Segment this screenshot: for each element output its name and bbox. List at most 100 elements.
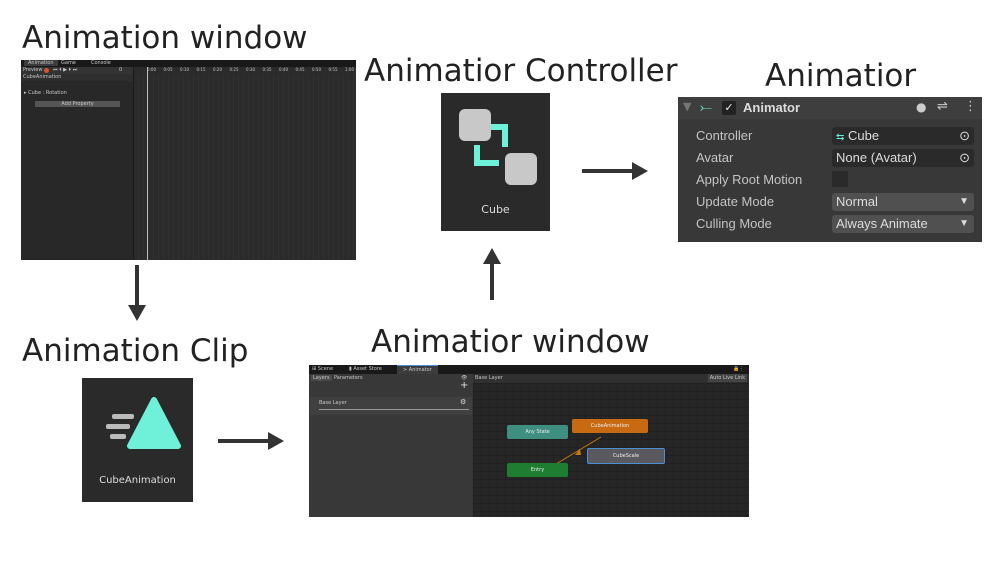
animator-inspector: ▼ ⤚ ✓ Animator ● ⇌ ⋮ Controller ⇆ Cube ⊙ … bbox=[678, 97, 982, 242]
timeline-tick: 0:10 bbox=[180, 67, 189, 72]
tab-scene[interactable]: ⊞ Scene bbox=[312, 366, 333, 372]
record-icon[interactable] bbox=[44, 68, 49, 73]
lock-icon[interactable]: 🔒⋮ bbox=[733, 366, 744, 372]
layer-item[interactable]: Base Layer ⚙ bbox=[310, 397, 472, 415]
apply-root-motion-checkbox[interactable] bbox=[832, 171, 848, 187]
cube-animation-state[interactable]: CubeAnimation bbox=[572, 419, 648, 433]
dropdown-arrow-icon: ▼ bbox=[959, 196, 969, 207]
clip-selector[interactable]: CubeAnimation bbox=[21, 74, 133, 81]
timeline-tick: 0:35 bbox=[262, 67, 272, 72]
label-apply-root-motion: Apply Root Motion bbox=[696, 172, 803, 187]
controller-icon: ⇆ bbox=[836, 132, 845, 143]
arrow-right bbox=[218, 439, 270, 443]
help-icon[interactable]: ● bbox=[916, 100, 926, 114]
add-property-button[interactable]: Add Property bbox=[35, 101, 120, 107]
timeline-tick: 0:30 bbox=[246, 67, 255, 72]
more-menu-icon[interactable]: ⋮ bbox=[964, 99, 977, 114]
property-label: ▸ Cube : Rotation bbox=[24, 90, 67, 96]
controller-asset[interactable]: Cube bbox=[441, 93, 550, 231]
tab-animator[interactable]: ≻ Animator bbox=[397, 365, 438, 374]
dropdown-arrow-icon: ▼ bbox=[959, 218, 969, 229]
title-animation-window: Animation window bbox=[22, 20, 308, 56]
tab-console[interactable]: Console bbox=[91, 60, 111, 66]
cube-scale-state[interactable]: CubeScale bbox=[587, 448, 665, 464]
layer-name: Base Layer bbox=[319, 400, 347, 406]
tab-parameters[interactable]: Parameters bbox=[334, 375, 363, 381]
clip-name: CubeAnimation bbox=[23, 74, 62, 80]
clip-name: CubeAnimation bbox=[99, 475, 176, 486]
tab-layers[interactable]: Layers bbox=[311, 375, 332, 381]
title-animator: Animatior bbox=[765, 58, 917, 94]
playhead[interactable] bbox=[147, 67, 148, 260]
tab-bar: ⊞ Scene ▮ Asset Store ≻ Animator 🔒⋮ bbox=[309, 365, 749, 374]
layer-weight-slider[interactable] bbox=[319, 409, 469, 410]
controller-name: Cube bbox=[481, 203, 510, 216]
animator-window: ⊞ Scene ▮ Asset Store ≻ Animator 🔒⋮ Laye… bbox=[309, 365, 749, 517]
component-header[interactable]: ▼ ⤚ ✓ Animator ● ⇌ ⋮ bbox=[678, 97, 982, 119]
breadcrumb[interactable]: Base Layer bbox=[475, 375, 503, 381]
update-mode-dropdown[interactable]: Normal ▼ bbox=[832, 193, 974, 211]
timeline-tick: 0:15 bbox=[196, 67, 206, 72]
arrowhead bbox=[483, 248, 501, 264]
tab-game[interactable]: Game bbox=[61, 60, 76, 66]
frame-field[interactable]: 0 bbox=[119, 67, 122, 73]
preview-button[interactable]: Preview bbox=[23, 67, 42, 73]
culling-mode-dropdown[interactable]: Always Animate ▼ bbox=[832, 215, 974, 233]
animator-controller-icon bbox=[459, 109, 537, 185]
component-name: Animator bbox=[743, 100, 801, 115]
enabled-checkbox[interactable]: ✓ bbox=[722, 101, 736, 115]
settings-sliders-icon[interactable]: ⇌ bbox=[937, 99, 948, 114]
label-culling-mode: Culling Mode bbox=[696, 216, 772, 231]
graph-toolbar: 👁 Base Layer Auto Live Link bbox=[461, 374, 749, 383]
update-mode-value: Normal bbox=[836, 194, 878, 209]
clip-asset[interactable]: CubeAnimation bbox=[82, 378, 193, 502]
title-animator-window: Animatior window bbox=[371, 324, 650, 360]
toolbar: Preview ⏮ ⏴ ▶ ⏵ ⏭ 0 bbox=[21, 67, 133, 74]
culling-mode-value: Always Animate bbox=[836, 216, 928, 231]
any-state-node[interactable]: Any State bbox=[507, 425, 568, 439]
arrowhead bbox=[268, 432, 284, 450]
arrow-up bbox=[490, 262, 494, 300]
timeline-tick: 0:05 bbox=[163, 67, 173, 72]
timeline-tick: 0:55 bbox=[328, 67, 338, 72]
timeline-tick: 0:00 bbox=[147, 67, 156, 72]
arrow-right bbox=[582, 169, 634, 173]
controller-value: Cube bbox=[848, 128, 880, 143]
label-controller: Controller bbox=[696, 128, 753, 143]
tab-animation[interactable]: Animation bbox=[24, 60, 58, 66]
animation-window: Animation Game Console Preview ⏮ ⏴ ▶ ⏵ ⏭… bbox=[21, 60, 356, 260]
arrow-down bbox=[135, 265, 139, 307]
eye-icon[interactable]: 👁 bbox=[461, 375, 467, 381]
title-animator-controller: Animatior Controller bbox=[364, 53, 678, 89]
add-layer-icon[interactable]: + bbox=[460, 380, 468, 391]
timeline-tick: 0:50 bbox=[312, 67, 321, 72]
timeline-area[interactable] bbox=[134, 74, 356, 260]
animator-icon: ⤚ bbox=[700, 98, 713, 116]
arrowhead bbox=[632, 162, 648, 180]
label-update-mode: Update Mode bbox=[696, 194, 775, 209]
auto-live-link-button[interactable]: Auto Live Link bbox=[707, 374, 747, 382]
timeline-tick: 1:00 bbox=[345, 67, 354, 72]
avatar-field[interactable]: None (Avatar) ⊙ bbox=[832, 149, 974, 167]
state-graph[interactable]: Any State Entry CubeAnimation CubeScale bbox=[473, 383, 749, 517]
gear-icon[interactable]: ⚙ bbox=[460, 398, 466, 406]
object-picker-icon[interactable]: ⊙ bbox=[959, 149, 970, 167]
playback-controls-icon[interactable]: ⏮ ⏴ ▶ ⏵ ⏭ bbox=[53, 67, 77, 73]
foldout-icon[interactable]: ▼ bbox=[683, 100, 691, 113]
label-avatar: Avatar bbox=[696, 150, 734, 165]
title-animation-clip: Animation Clip bbox=[22, 333, 249, 369]
arrowhead bbox=[128, 305, 146, 321]
tab-bar: Animation Game Console bbox=[21, 60, 356, 67]
entry-node[interactable]: Entry bbox=[507, 463, 568, 477]
timeline-tick: 0:20 bbox=[213, 67, 222, 72]
avatar-value: None (Avatar) bbox=[836, 150, 917, 165]
timeline-ruler[interactable]: 0:00 0:05 0:10 0:15 0:20 0:25 0:30 0:35 0:40 0:45… bbox=[134, 67, 356, 74]
object-picker-icon[interactable]: ⊙ bbox=[959, 127, 970, 145]
property-row[interactable]: ▸ Cube : Rotation bbox=[21, 90, 133, 97]
animation-clip-icon bbox=[106, 397, 181, 449]
property-name: Cube : Rotation bbox=[28, 90, 67, 96]
layers-panel: Layers Parameters + Base Layer ⚙ bbox=[309, 374, 473, 517]
controller-field[interactable]: ⇆ Cube ⊙ bbox=[832, 127, 974, 145]
timeline-tick: 0:40 bbox=[279, 67, 288, 72]
tab-asset-store[interactable]: ▮ Asset Store bbox=[349, 366, 382, 372]
